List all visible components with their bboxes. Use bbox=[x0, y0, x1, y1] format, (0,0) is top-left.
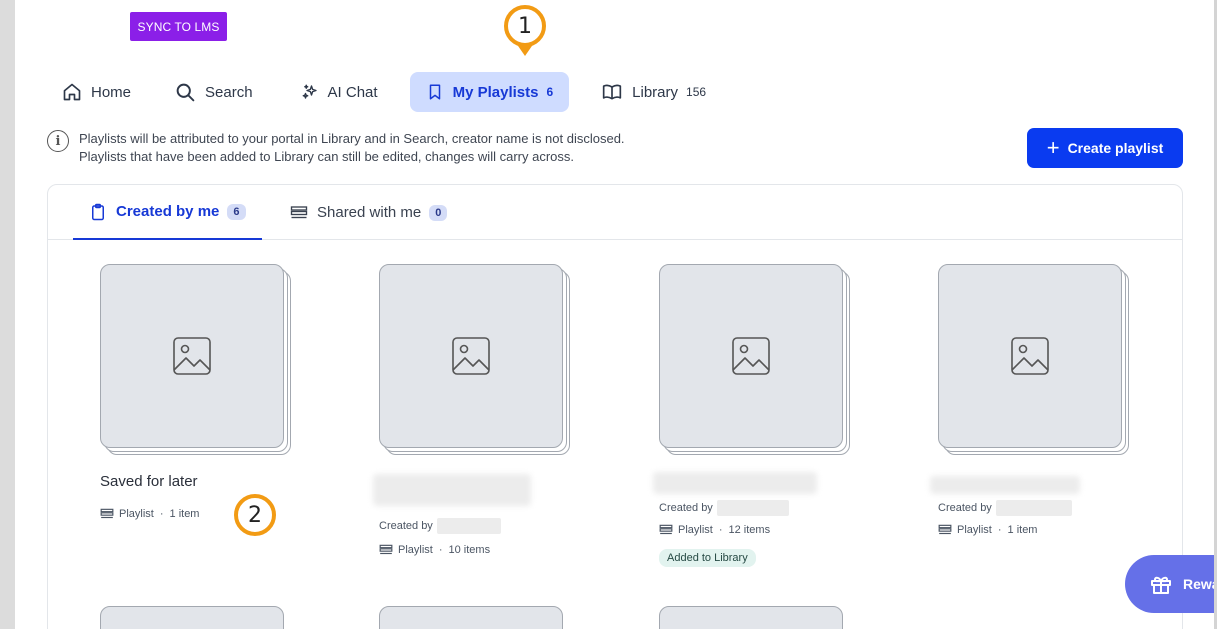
nav-search[interactable]: Search bbox=[165, 72, 263, 112]
playlist-thumbnail[interactable] bbox=[938, 264, 1130, 456]
tab-shared-with-me-label: Shared with me bbox=[317, 204, 422, 221]
playlist-icon bbox=[659, 524, 673, 535]
meta-separator: · bbox=[997, 524, 1002, 536]
playlist-thumbnail[interactable] bbox=[100, 264, 292, 456]
redacted-title bbox=[930, 476, 1080, 494]
playlist-thumbnail[interactable] bbox=[659, 264, 851, 456]
playlist-meta: Playlist · 12 items bbox=[659, 524, 770, 536]
playlist-creator: Created by bbox=[379, 518, 501, 534]
nav-ai-chat-label: AI Chat bbox=[327, 83, 378, 101]
meta-separator: · bbox=[718, 524, 723, 536]
nav-home-label: Home bbox=[91, 83, 132, 101]
playlist-thumbnail-next-row[interactable] bbox=[100, 606, 284, 629]
book-icon bbox=[602, 84, 622, 100]
create-playlist-label: Create playlist bbox=[1067, 140, 1164, 156]
playlist-thumbnail[interactable] bbox=[379, 264, 571, 456]
clipboard-icon bbox=[92, 203, 104, 220]
nav-library[interactable]: Library 156 bbox=[591, 72, 716, 112]
playlist-icon bbox=[379, 544, 393, 555]
sync-to-lms-button[interactable]: SYNC TO LMS bbox=[130, 12, 227, 41]
created-by-label: Created by bbox=[379, 520, 433, 532]
playlist-meta: Playlist · 1 item bbox=[100, 508, 199, 520]
redacted-title bbox=[373, 474, 531, 506]
tab-shared-with-me[interactable]: Shared with me 0 bbox=[290, 185, 448, 240]
playlist-meta: Playlist · 10 items bbox=[379, 544, 490, 556]
step-marker-1: 1 bbox=[504, 5, 546, 56]
rewards-label: Rewa bbox=[1183, 576, 1217, 592]
playlist-thumbnail-next-row[interactable] bbox=[379, 606, 563, 629]
nav-my-playlists-count: 6 bbox=[546, 85, 554, 99]
added-to-library-badge: Added to Library bbox=[659, 549, 756, 567]
nav-home[interactable]: Home bbox=[52, 72, 141, 112]
page: SYNC TO LMS 1 Home Search AI Chat My Pla… bbox=[15, 0, 1217, 629]
playlist-title[interactable]: Saved for later bbox=[100, 473, 198, 490]
playlist-item-count: 12 items bbox=[728, 524, 771, 536]
playlist-type: Playlist bbox=[678, 524, 713, 536]
info-notice: i Playlists will be attributed to your p… bbox=[47, 130, 625, 166]
playlist-icon bbox=[100, 508, 114, 519]
info-line-1: Playlists will be attributed to your por… bbox=[79, 131, 625, 146]
playlist-creator: Created by bbox=[659, 500, 789, 516]
image-placeholder-icon bbox=[732, 337, 770, 375]
image-placeholder-icon bbox=[452, 337, 490, 375]
created-by-label: Created by bbox=[938, 502, 992, 514]
sparkle-icon bbox=[302, 84, 317, 99]
playlist-type: Playlist bbox=[398, 544, 433, 556]
playlist-item-count: 1 item bbox=[169, 508, 200, 520]
top-nav: Home Search AI Chat My Playlists 6 Libra… bbox=[52, 72, 722, 112]
list-icon bbox=[290, 205, 308, 218]
tab-created-by-me-label: Created by me bbox=[116, 203, 220, 220]
image-placeholder-icon bbox=[1011, 337, 1049, 375]
playlist-item-count: 1 item bbox=[1007, 524, 1038, 536]
meta-separator: · bbox=[159, 508, 164, 520]
playlist-icon bbox=[938, 524, 952, 535]
playlist-creator: Created by bbox=[938, 500, 1072, 516]
playlist-type: Playlist bbox=[119, 508, 154, 520]
playlist-thumbnail-next-row[interactable] bbox=[659, 606, 843, 629]
create-playlist-button[interactable]: + Create playlist bbox=[1027, 128, 1183, 168]
tab-created-by-me-count: 6 bbox=[227, 203, 246, 220]
rewards-button[interactable]: Rewa bbox=[1125, 555, 1217, 613]
playlist-tabs: Created by me 6 Shared with me 0 bbox=[48, 185, 1182, 240]
search-icon bbox=[176, 83, 195, 101]
tab-shared-with-me-count: 0 bbox=[429, 204, 448, 221]
info-line-2: Playlists that have been added to Librar… bbox=[79, 149, 574, 164]
gift-icon bbox=[1151, 576, 1171, 594]
step-marker-2: 2 bbox=[234, 494, 276, 536]
home-icon bbox=[63, 83, 81, 101]
playlist-meta: Playlist · 1 item bbox=[938, 524, 1037, 536]
image-placeholder-icon bbox=[173, 337, 211, 375]
created-by-label: Created by bbox=[659, 502, 713, 514]
nav-library-count: 156 bbox=[686, 85, 707, 99]
nav-library-label: Library bbox=[632, 83, 679, 101]
playlist-item-count: 10 items bbox=[448, 544, 491, 556]
plus-icon: + bbox=[1046, 135, 1060, 160]
nav-search-label: Search bbox=[205, 83, 253, 101]
nav-my-playlists[interactable]: My Playlists 6 bbox=[409, 72, 570, 112]
nav-ai-chat[interactable]: AI Chat bbox=[291, 72, 388, 112]
info-icon: i bbox=[47, 130, 69, 152]
nav-my-playlists-label: My Playlists bbox=[452, 83, 539, 101]
tab-created-by-me[interactable]: Created by me 6 bbox=[73, 185, 262, 240]
meta-separator: · bbox=[438, 544, 443, 556]
playlist-type: Playlist bbox=[957, 524, 992, 536]
bookmark-icon bbox=[429, 84, 440, 100]
redacted-title bbox=[653, 472, 817, 494]
